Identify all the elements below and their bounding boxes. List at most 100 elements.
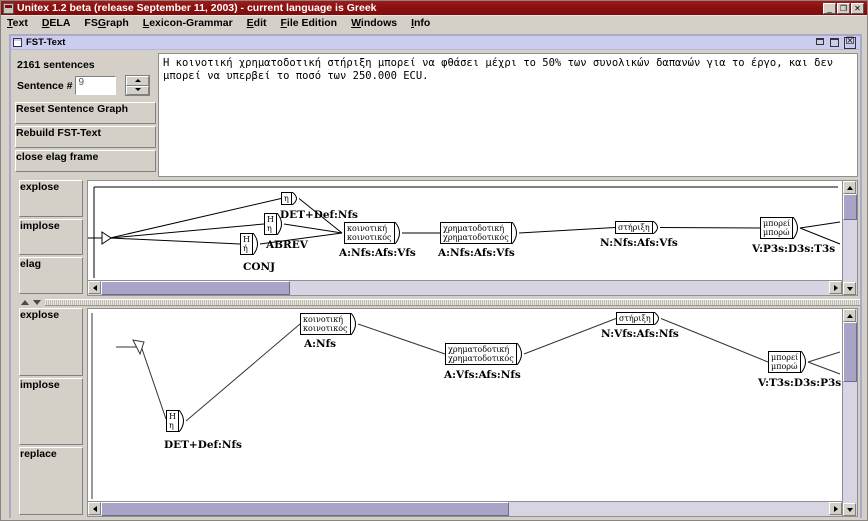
graph-node[interactable]: μπορεί μπορώ — [760, 217, 794, 239]
top-explose-button[interactable]: explose — [19, 180, 83, 217]
bottom-graph-scrollpane: Ηη DET+Def:Nfs κοινοτική κοινοτικός A:Nfs χρη… — [87, 308, 858, 517]
sentence-count-label: 2161 sentences — [17, 59, 95, 71]
bottom-implose-button[interactable]: implose — [19, 377, 83, 446]
bottom-vscroll-track[interactable] — [843, 322, 857, 503]
top-vscroll-up-icon[interactable] — [843, 181, 856, 194]
graph-node[interactable]: χρηματοδοτική χρηματοδοτικός — [440, 222, 512, 244]
divider-grip[interactable] — [45, 298, 860, 306]
top-hscroll-right-icon[interactable] — [829, 281, 842, 294]
bottom-explose-button[interactable]: explose — [19, 308, 83, 376]
collapse-up-icon[interactable] — [21, 299, 29, 305]
node-tag: DET+Def:Nfs — [164, 439, 242, 451]
bottom-graph-buttons: explose implose replace — [11, 307, 84, 518]
node-output-arrow — [178, 409, 188, 433]
bottom-graph-canvas[interactable]: Ηη DET+Def:Nfs κοινοτική κοινοτικός A:Nfs χρη… — [88, 309, 842, 501]
split-pane-divider[interactable] — [11, 297, 860, 307]
menu-lexicon-grammar[interactable]: Lexicon-Grammar — [143, 17, 233, 30]
node-line: μπορεί — [763, 219, 791, 228]
node-tag: N:Vfs:Afs:Nfs — [601, 328, 679, 340]
top-hscroll-track[interactable] — [101, 281, 829, 295]
close-elag-frame-button[interactable]: close elag frame — [15, 150, 156, 172]
graph-node[interactable]: στήριξη — [615, 221, 653, 234]
maximize-button[interactable]: ❐ — [837, 2, 850, 14]
node-line: η — [267, 224, 272, 233]
top-vscroll-thumb[interactable] — [843, 194, 857, 220]
node-tag: V:T3s:D3s:P3s — [758, 377, 842, 389]
top-graph-buttons: explose implose elag — [11, 179, 84, 297]
bottom-hscroll-track[interactable] — [101, 502, 829, 516]
bottom-vscroll-up-icon[interactable] — [843, 309, 856, 322]
menu-fsgraph[interactable]: FSGraph — [84, 17, 128, 30]
sentence-number-label: Sentence # — [17, 79, 73, 92]
node-tag-secondary: ABREV — [266, 239, 308, 251]
bottom-hscroll-left-icon[interactable] — [88, 502, 101, 515]
node-tag: A:Nfs:Afs:Vfs — [339, 247, 416, 259]
node-tag: A:Vfs:Afs:Nfs — [444, 369, 521, 381]
top-implose-button[interactable]: implose — [19, 218, 83, 256]
node-line: Η — [267, 215, 274, 224]
menu-windows[interactable]: Windows — [351, 17, 397, 30]
top-vscrollbar[interactable] — [842, 181, 857, 295]
bottom-graph-pane: explose implose replace Ηη DET+Def:Nfs κοι… — [11, 307, 860, 518]
spinner-down-icon[interactable] — [126, 85, 150, 95]
top-hscrollbar[interactable] — [88, 280, 842, 295]
sentence-number-input[interactable]: 9 — [75, 76, 117, 95]
top-vscroll-track[interactable] — [843, 194, 857, 282]
window-title: Unitex 1.2 beta (release September 11, 2… — [17, 2, 377, 14]
node-line: Η — [243, 235, 250, 244]
bottom-vscroll-thumb[interactable] — [843, 322, 857, 382]
internal-frame-title: FST-Text — [26, 36, 66, 48]
sentence-number-row: Sentence # 9 — [13, 75, 156, 100]
menu-text[interactable]: Text — [7, 17, 28, 30]
top-area: 2161 sentences Sentence # 9 Reset Senten… — [11, 51, 860, 179]
node-output-arrow — [652, 220, 662, 235]
frame-minimize-icon[interactable] — [816, 37, 825, 46]
node-line: η — [169, 421, 174, 430]
graph-node[interactable]: κοινοτική κοινοτικός — [300, 313, 351, 335]
spinner-up-icon[interactable] — [126, 76, 150, 86]
top-graph-canvas[interactable]: η Ηη DET+Def:Nfs Ηή CONJ ABREV κοινοτική κοινοτ… — [88, 181, 842, 280]
node-line: στήριξη — [619, 314, 651, 323]
node-tag: V:P3s:D3s:T3s — [752, 243, 836, 255]
rebuild-fst-text-button[interactable]: Rebuild FST-Text — [15, 126, 156, 148]
menu-dela[interactable]: DELA — [42, 17, 71, 30]
frame-maximize-icon[interactable] — [830, 37, 839, 47]
top-hscroll-left-icon[interactable] — [88, 281, 101, 294]
node-output-arrow — [350, 312, 360, 336]
bottom-hscrollbar[interactable] — [88, 501, 842, 516]
sentence-number-spinner[interactable] — [125, 75, 151, 96]
node-output-arrow — [511, 221, 521, 245]
graph-edges — [91, 313, 841, 499]
menu-edit[interactable]: Edit — [247, 17, 267, 30]
node-output-arrow — [252, 232, 262, 256]
menu-info[interactable]: Info — [411, 17, 430, 30]
frame-close-icon[interactable] — [844, 36, 856, 49]
graph-node[interactable]: κοινοτική κοινοτικός — [344, 222, 395, 244]
bottom-vscrollbar[interactable] — [842, 309, 857, 516]
graph-node[interactable]: η — [281, 192, 292, 205]
graph-node[interactable]: χρηματοδοτική χρηματοδοτικός — [445, 343, 517, 365]
collapse-down-icon[interactable] — [33, 299, 41, 305]
graph-node[interactable]: Ηή — [240, 233, 253, 255]
graph-node[interactable]: μπορεί μπορώ — [768, 351, 802, 373]
bottom-replace-button[interactable]: replace — [19, 447, 83, 516]
node-line: κοινοτικός — [347, 233, 392, 242]
node-line: κοινοτική — [347, 224, 387, 233]
graph-node[interactable]: Ηη — [264, 213, 277, 235]
bottom-hscroll-thumb[interactable] — [101, 502, 509, 516]
bottom-vscroll-down-icon[interactable] — [843, 503, 856, 516]
top-hscroll-thumb[interactable] — [101, 281, 291, 295]
menubar: Text DELA FSGraph Lexicon-Grammar Edit F… — [1, 15, 867, 30]
top-elag-button[interactable]: elag — [19, 257, 83, 295]
graph-node[interactable]: στήριξη — [616, 312, 654, 325]
node-line: η — [284, 194, 289, 203]
graph-node[interactable]: Ηη — [166, 410, 179, 432]
node-line: κοινοτικός — [303, 324, 348, 333]
bottom-hscroll-right-icon[interactable] — [829, 502, 842, 515]
top-vscroll-down-icon[interactable] — [843, 282, 856, 295]
minimize-button[interactable]: _ — [823, 2, 836, 14]
sentence-text-pane[interactable]: Η κοινοτική χρηματοδοτική στήριξη μπορεί… — [158, 53, 858, 177]
menu-file-edition[interactable]: File Edition — [281, 17, 338, 30]
reset-sentence-graph-button[interactable]: Reset Sentence Graph — [15, 102, 156, 124]
close-button[interactable]: ✕ — [851, 2, 864, 14]
